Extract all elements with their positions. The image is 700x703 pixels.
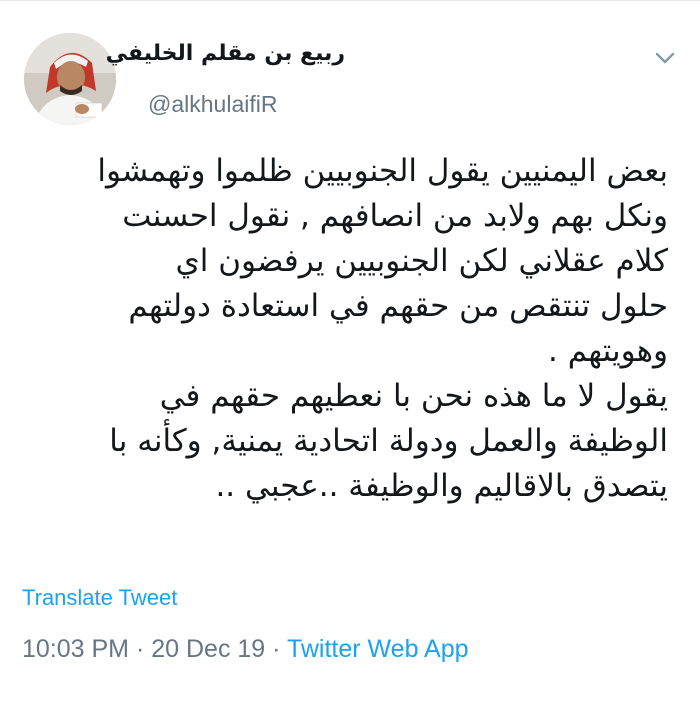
user-handle[interactable]: @alkhulaifiR bbox=[148, 91, 277, 118]
separator: · bbox=[265, 635, 287, 663]
profile-photo bbox=[24, 33, 116, 125]
separator: · bbox=[129, 635, 152, 663]
tweet-card: ربيع بن مقلم الخليفي @alkhulaifiR بعض ال… bbox=[0, 0, 700, 703]
translate-tweet-link[interactable]: Translate Tweet bbox=[22, 585, 177, 611]
tweet-meta: 10:03 PM · 20 Dec 19 · Twitter Web App bbox=[22, 635, 469, 664]
tweet-line: كلام عقلاني لكن الجنوبيين يرفضون اي bbox=[175, 243, 669, 279]
display-name[interactable]: ربيع بن مقلم الخليفي bbox=[106, 41, 345, 66]
tweet-source-link[interactable]: Twitter Web App bbox=[287, 635, 469, 663]
tweet-line: بعض اليمنيين يقول الجنوبيين ظلموا وتهمشو… bbox=[97, 153, 668, 189]
tweet-line: ونكل بهم ولابد من انصافهم , نقول احسنت bbox=[122, 198, 668, 234]
tweet-line: الوظيفة والعمل ودولة اتحادية يمنية, وكأن… bbox=[109, 423, 668, 459]
tweet-date[interactable]: 20 Dec 19 bbox=[151, 635, 265, 663]
tweet-line: حلول تنتقص من حقهم في استعادة دولتهم bbox=[128, 288, 668, 324]
tweet-text: بعض اليمنيين يقول الجنوبيين ظلموا وتهمشو… bbox=[18, 149, 668, 509]
tweet-time[interactable]: 10:03 PM bbox=[22, 635, 129, 663]
tweet-line: وهويتهم . bbox=[548, 333, 668, 369]
tweet-line: يقول لا ما هذه نحن با نعطيهم حقهم في bbox=[159, 378, 668, 414]
avatar[interactable] bbox=[24, 33, 116, 125]
chevron-down-icon[interactable] bbox=[652, 45, 678, 71]
tweet-line: يتصدق بالاقاليم والوظيفة ..عجبي .. bbox=[215, 468, 668, 504]
